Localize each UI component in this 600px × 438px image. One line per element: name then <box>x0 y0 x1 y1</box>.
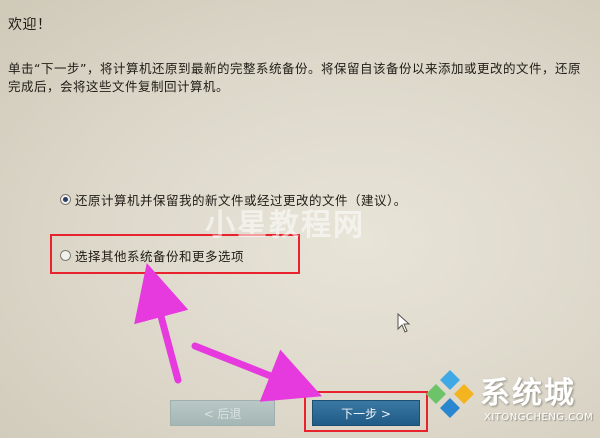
arrow-to-option-icon <box>134 262 189 384</box>
restore-description: 单击“下一步”，将计算机还原到最新的完整系统备份。将保留自该备份以来添加或更改的… <box>8 61 581 94</box>
restore-dialog: 欢迎！ 单击“下一步”，将计算机还原到最新的完整系统备份。将保留自该备份以来添加… <box>0 0 600 438</box>
welcome-heading: 欢迎！ <box>8 17 52 33</box>
back-button[interactable]: < 后退 <box>170 400 275 426</box>
watermark-center-text: 小星教程网 <box>205 208 365 243</box>
windows-diamond-logo-icon <box>426 370 474 418</box>
watermark-corner: 系统城 XITONGCHENG.COM <box>422 362 600 438</box>
annotation-highlight-next <box>304 391 428 432</box>
radio-selected-icon[interactable] <box>60 194 71 205</box>
arrow-to-next-icon <box>191 342 323 402</box>
mouse-pointer-icon <box>397 312 411 337</box>
watermark-corner-url: XITONGCHENG.COM <box>484 412 594 423</box>
watermark-corner-name: 系统城 <box>480 376 576 411</box>
